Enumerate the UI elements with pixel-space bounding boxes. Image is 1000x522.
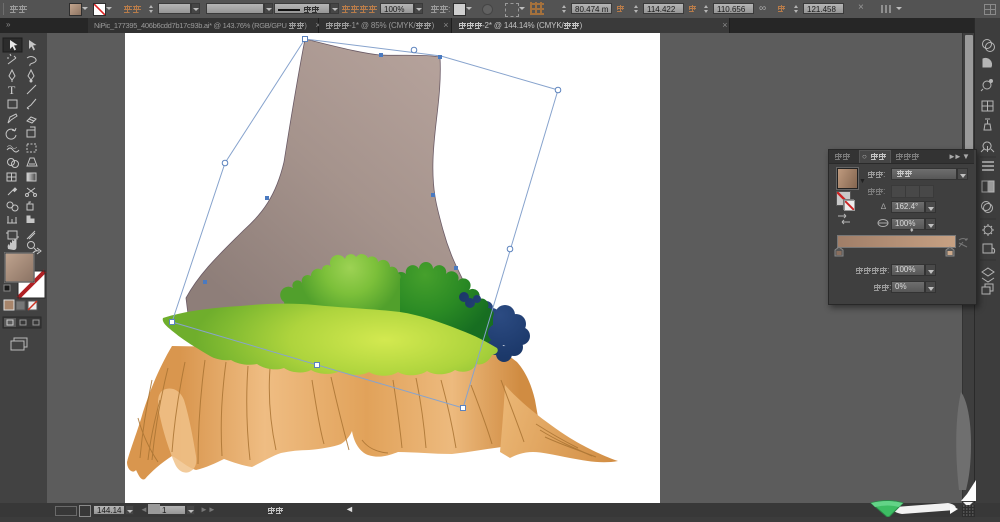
svg-text:T: T — [8, 83, 16, 97]
